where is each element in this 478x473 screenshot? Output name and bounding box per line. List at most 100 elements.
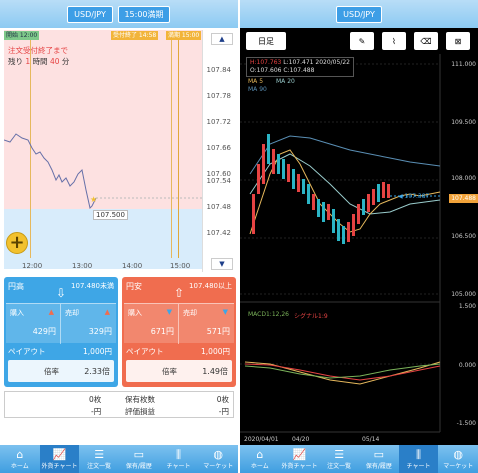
chart-screen: USD/JPY 日足 ✎ ⌇ ⌫ ⊠ H:107.763 L:107.471 2…	[240, 0, 478, 473]
nav-home[interactable]: ⌂ ホーム	[0, 445, 40, 473]
star-icon: ★	[90, 195, 98, 204]
sell-price: 329円	[88, 327, 112, 336]
scroll-down-button[interactable]: ▼	[211, 258, 233, 270]
chart-icon: 📈	[292, 447, 307, 461]
x-tick: 12:00	[22, 262, 43, 270]
pencil-icon[interactable]: ✎	[350, 32, 374, 50]
time-axis: 12:00 13:00 14:00 15:00	[4, 262, 202, 272]
buy-button[interactable]: 購入 ▲ 429円	[6, 304, 61, 344]
sell-button[interactable]: 売却 ▲ 329円	[61, 304, 116, 344]
nav-label: 外貨チャート	[281, 462, 318, 470]
pair-selector[interactable]: USD/JPY	[67, 6, 113, 23]
arrow-up-icon: ⇧	[173, 286, 185, 300]
add-order-button[interactable]: +	[6, 232, 28, 254]
nav-orders[interactable]: ☰ 注文一覧	[319, 445, 359, 473]
holdings-label: 保有枚数	[125, 395, 155, 404]
candle-icon: ⫼	[415, 447, 422, 461]
y-tick: 107.48	[206, 203, 232, 211]
header-bar: USD/JPY	[240, 0, 478, 28]
nav-label: チャート	[406, 462, 431, 470]
nav-market[interactable]: ◍ マーケット	[438, 445, 478, 473]
bottom-nav: ⌂ ホーム 📈 外貨チャート ☰ 注文一覧 ▭ 保有/履歴 ⫼ チャート ◍ マーケット	[0, 445, 238, 473]
nav-holdings[interactable]: ▭ 保有/履歴	[359, 445, 399, 473]
period-selector[interactable]: 15:00満期	[118, 6, 170, 23]
price-line	[4, 133, 202, 209]
nav-label: ホーム	[250, 462, 269, 470]
buy-button[interactable]: 購入 ▼ 671円	[124, 304, 179, 344]
scroll-up-button[interactable]: ▲	[211, 33, 233, 45]
nav-label: 注文一覧	[87, 462, 112, 470]
buy-price: 429円	[32, 327, 56, 336]
odds-box: 倍率 1.49倍	[126, 360, 232, 382]
odds-label: 倍率	[162, 367, 177, 376]
y-tick: 107.66	[206, 144, 232, 152]
inbox-icon: ▭	[373, 447, 385, 461]
odds-value: 2.33倍	[84, 367, 110, 376]
ohlc-date: 2020/05/22	[315, 59, 350, 66]
buy-label: 購入	[128, 309, 142, 317]
nav-label: 注文一覧	[327, 462, 352, 470]
y-tick: 108.000	[451, 175, 476, 182]
candlestick-chart	[240, 54, 441, 433]
eval-label: 評価損益	[125, 407, 155, 416]
sell-button[interactable]: 売却 ▼ 571円	[179, 304, 234, 344]
y-tick: 111.000	[451, 61, 476, 68]
nav-chart[interactable]: ⫼ チャート	[159, 445, 199, 473]
timeframe-button[interactable]: 日足	[246, 32, 286, 50]
list-icon: ☰	[334, 447, 345, 461]
pair-selector[interactable]: USD/JPY	[336, 6, 382, 23]
nav-label: 外貨チャート	[41, 462, 78, 470]
macd-label: MACD1:12,26	[248, 311, 290, 318]
header-bar: USD/JPY 15:00満期	[0, 0, 238, 28]
signal-label: シグナル1:9	[294, 313, 328, 320]
y-tick: 105.000	[451, 291, 476, 298]
nav-label: ホーム	[10, 462, 29, 470]
chart-toolbar: 日足 ✎ ⌇ ⌫ ⊠	[240, 28, 478, 54]
yen-high-panel: 円高 107.480未満 ⇩ 購入 ▲ 429円 売却 ▲ 329円 ペイアウト…	[4, 277, 118, 387]
eraser-icon[interactable]: ⌫	[414, 32, 438, 50]
eval-value: -円	[218, 407, 229, 416]
nav-label: 保有/履歴	[365, 462, 392, 470]
payout-value: 1,000円	[83, 347, 112, 356]
nav-orders[interactable]: ☰ 注文一覧	[79, 445, 119, 473]
list-icon: ☰	[94, 447, 105, 461]
ma20-label: MA 20	[276, 78, 295, 85]
current-price-label: 107.500	[93, 210, 128, 220]
left-pl: -円	[91, 407, 102, 416]
macd-tick: 1.500	[458, 303, 476, 310]
ohlc-readout: H:107.763 L:107.471 2020/05/22 O:107.606…	[246, 57, 354, 77]
ohlc-high: H:107.763	[250, 59, 282, 66]
x-tick: 05/14	[362, 436, 380, 443]
nav-chart[interactable]: ⫼ チャート	[398, 445, 439, 473]
y-tick: 106.500	[451, 233, 476, 240]
odds-box: 倍率 2.33倍	[8, 360, 114, 382]
payout-label: ペイアウト	[8, 347, 46, 356]
bottom-nav: ⌂ ホーム 📈 外貨チャート ☰ 注文一覧 ▭ 保有/履歴 ⫼ チャート ◍ マーケット	[240, 445, 478, 473]
position-summary: 0枚 -円 保有枚数 0枚 評価損益 -円	[4, 391, 234, 418]
sell-label: 売却	[65, 309, 79, 317]
clear-all-icon[interactable]: ⊠	[446, 32, 470, 50]
globe-icon: ◍	[453, 447, 463, 461]
nav-fx-chart[interactable]: 📈 外貨チャート	[280, 445, 320, 473]
indicator-icon[interactable]: ⌇	[382, 32, 406, 50]
buy-label: 購入	[10, 309, 24, 317]
price-axis: 107.84 107.78 107.72 107.66 107.60 107.5…	[202, 30, 235, 272]
y-tick: 107.84	[206, 66, 232, 74]
inbox-icon: ▭	[133, 447, 145, 461]
x-tick: 15:00	[170, 262, 191, 270]
ma5-label: MA 5	[248, 78, 264, 85]
nav-home[interactable]: ⌂ ホーム	[240, 445, 280, 473]
buy-price: 671円	[150, 327, 174, 336]
payout-label: ペイアウト	[126, 347, 164, 356]
nav-label: チャート	[166, 462, 191, 470]
y-tick: 107.72	[206, 118, 232, 126]
chart-icon: 📈	[52, 447, 67, 461]
home-icon: ⌂	[256, 447, 264, 461]
down-triangle-icon: ▼	[166, 308, 172, 316]
nav-label: 保有/履歴	[125, 462, 152, 470]
nav-fx-chart[interactable]: 📈 外貨チャート	[39, 445, 80, 473]
nav-market[interactable]: ◍ マーケット	[198, 445, 238, 473]
nav-label: マーケット	[203, 462, 234, 470]
yen-low-panel: 円安 107.480以上 ⇧ 購入 ▼ 671円 売却 ▼ 571円 ペイアウト…	[122, 277, 236, 387]
nav-holdings[interactable]: ▭ 保有/履歴	[119, 445, 159, 473]
